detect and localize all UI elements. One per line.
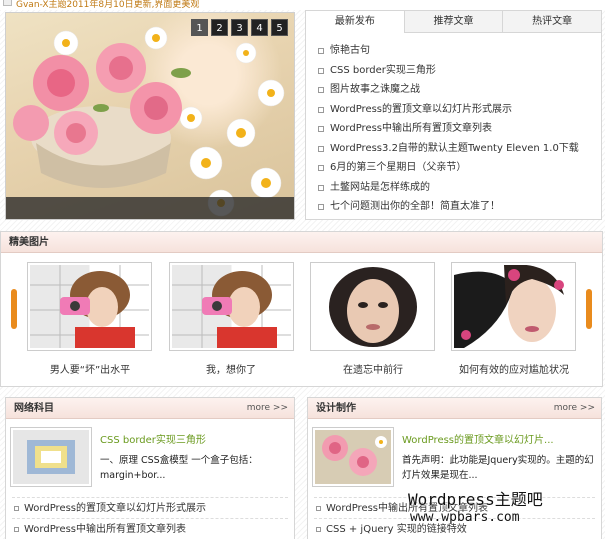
notice-icon — [3, 0, 12, 6]
gallery-title: 精美图片 — [1, 232, 602, 253]
gallery-thumb-4[interactable] — [451, 262, 576, 351]
design-section-title: 设计制作 more >> — [308, 398, 601, 419]
gallery-caption-3[interactable]: 在遗忘中前行 — [303, 361, 443, 376]
slider-page-4[interactable]: 4 — [251, 19, 268, 36]
network-list: WordPress的置顶文章以幻灯片形式展示 WordPress中输出所有置顶文… — [6, 497, 294, 539]
top-notice-text[interactable]: Gvan-X主题2011年8月10日更新,界面更美观 — [16, 0, 199, 10]
tab-recommended[interactable]: 推荐文章 — [403, 11, 503, 32]
list-item[interactable]: 七个问题测出你的全部！简直太准了！ — [318, 197, 601, 217]
list-item[interactable]: 土鳖网站是怎样练成的 — [318, 178, 601, 198]
slider-page-5[interactable]: 5 — [271, 19, 288, 36]
top-notice-bar: Gvan-X主题2011年8月10日更新,界面更美观 — [0, 0, 605, 10]
design-feature: WordPress的置顶文章以幻灯片... 首先声明：此功能是Jquery实现的… — [312, 427, 595, 497]
list-item[interactable]: WordPress3.2自带的默认主题Twenty Eleven 1.0下载 — [318, 139, 601, 159]
gallery-caption-4[interactable]: 如何有效的应对尴尬状况 — [444, 361, 584, 376]
list-item[interactable]: 6月的第三个星期日（父亲节） — [318, 158, 601, 178]
gallery-caption-2[interactable]: 我，想你了 — [161, 361, 301, 376]
gallery-caption-1[interactable]: 男人要“坏”出水平 — [20, 361, 160, 376]
gallery-thumb-3[interactable] — [310, 262, 435, 351]
slider-page-2[interactable]: 2 — [211, 19, 228, 36]
gallery-thumb-2[interactable] — [169, 262, 294, 351]
list-item[interactable]: WordPress中输出所有置顶文章列表 — [314, 497, 595, 518]
list-item[interactable]: WordPress的置顶文章以幻灯片形式展示 — [12, 497, 288, 518]
css-box-model-thumb[interactable] — [10, 427, 92, 487]
photo-girl-camera-2-art — [172, 265, 291, 348]
design-feature-title[interactable]: WordPress的置顶文章以幻灯片... — [402, 431, 554, 446]
gallery-thumb-1[interactable] — [27, 262, 152, 351]
slider-page-3[interactable]: 3 — [231, 19, 248, 36]
list-item[interactable]: WordPress的置顶文章以幻灯片形式展示 — [318, 100, 601, 120]
slider-page-1[interactable]: 1 — [191, 19, 208, 36]
design-feature-excerpt: 首先声明：此功能是Jquery实现的。主题的幻灯片效果是现在... — [402, 455, 594, 481]
photo-woman-flowers-art — [454, 265, 564, 348]
list-item[interactable]: 图片故事之诛魔之战 — [318, 80, 601, 100]
photo-face-portrait-art — [329, 267, 417, 347]
gallery-next-arrow-icon[interactable] — [586, 289, 592, 329]
network-feature-excerpt: 一、原理 CSS盒模型 一个盒子包括：margin+bor... — [100, 455, 258, 481]
tab-hot-comments[interactable]: 热评文章 — [502, 11, 601, 32]
photo-face-portrait — [313, 265, 432, 348]
network-feature-title[interactable]: CSS border实现三角形 — [100, 431, 206, 446]
list-item[interactable]: WordPress中输出所有置顶文章列表 — [318, 119, 601, 139]
design-more-link[interactable]: more >> — [554, 398, 595, 419]
network-section: 网络科目 more >> CSS border实现三角形 一、原理 CSS盒模型… — [5, 397, 295, 539]
list-item[interactable]: CSS border实现三角形 — [318, 61, 601, 81]
design-section: 设计制作 more >> WordPress的置顶文章以幻灯片... 首先声明：… — [307, 397, 602, 539]
photo-girl-camera-art — [30, 265, 149, 348]
list-item[interactable]: CSS + jQuery 实现的链接特效 — [314, 518, 595, 539]
css-box-model-thumb-art — [13, 430, 89, 484]
gallery-prev-arrow-icon[interactable] — [11, 289, 17, 329]
network-section-title-text: 网络科目 — [14, 403, 54, 414]
article-tabs-panel: 最新发布 推荐文章 热评文章 惊艳古句 CSS border实现三角形 图片故事… — [305, 10, 602, 220]
tab-bar: 最新发布 推荐文章 热评文章 — [306, 11, 601, 33]
featured-slider[interactable]: 1 2 3 4 5 — [5, 12, 295, 220]
photo-woman-flowers — [454, 265, 573, 348]
list-item[interactable]: WordPress中输出所有置顶文章列表 — [12, 518, 288, 539]
design-list: WordPress中输出所有置顶文章列表 CSS + jQuery 实现的链接特… — [308, 497, 601, 539]
rose-thumb[interactable] — [312, 427, 394, 487]
photo-girl-camera — [30, 265, 149, 348]
latest-posts-list: 惊艳古句 CSS border实现三角形 图片故事之诛魔之战 WordPress… — [306, 33, 601, 217]
network-section-title: 网络科目 more >> — [6, 398, 294, 419]
slider-caption-bar — [6, 197, 294, 219]
slider-pager: 1 2 3 4 5 — [191, 19, 288, 36]
network-more-link[interactable]: more >> — [247, 398, 288, 419]
tab-latest[interactable]: 最新发布 — [306, 11, 404, 33]
design-section-title-text: 设计制作 — [316, 403, 356, 414]
gallery-section: 精美图片 男人要“坏”出水平 我，想你了 在遗忘中前行 如何有效的应对尴尬状况 — [0, 231, 603, 387]
photo-girl-camera-2 — [172, 265, 291, 348]
rose-thumb-art — [315, 430, 391, 484]
slider-image-flowers — [13, 26, 285, 217]
list-item[interactable]: 惊艳古句 — [318, 41, 601, 61]
network-feature: CSS border实现三角形 一、原理 CSS盒模型 一个盒子包括：margi… — [10, 427, 288, 497]
